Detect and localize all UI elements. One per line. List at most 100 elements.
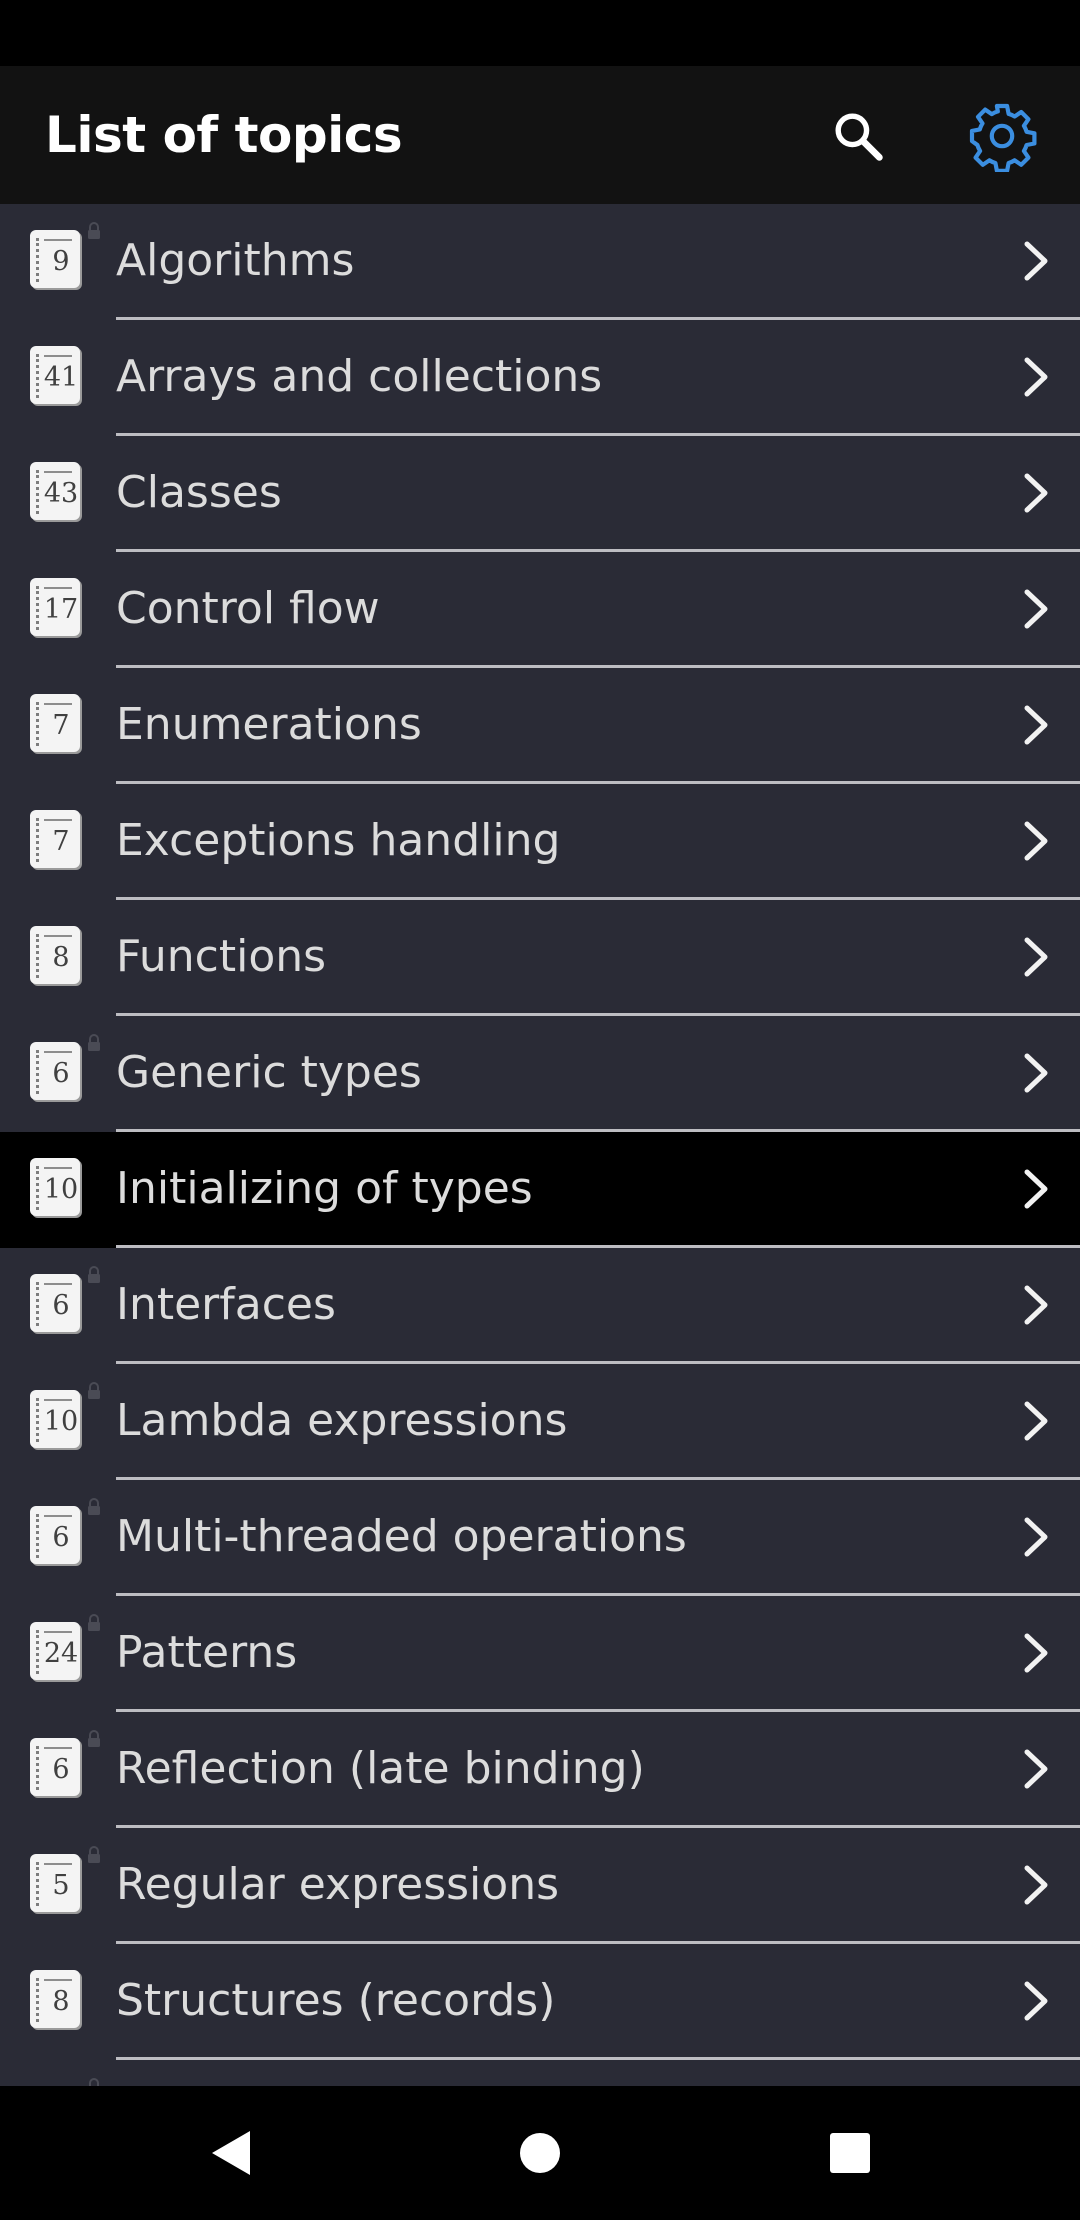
topic-count: 24 <box>43 1638 79 1669</box>
chevron-right-icon <box>1024 1053 1048 1093</box>
lock-icon <box>88 1266 100 1283</box>
document-icon: 6 <box>30 1266 100 1336</box>
chevron-right-icon <box>1024 589 1048 629</box>
lock-icon <box>89 2078 99 2086</box>
search-button[interactable] <box>818 96 898 176</box>
lock-icon <box>88 1034 100 1051</box>
document-icon: 6 <box>30 1034 100 1104</box>
chevron-right-icon <box>1024 1981 1048 2021</box>
topic-label: Initializing of types <box>116 1163 533 1214</box>
lock-icon <box>88 1846 100 1863</box>
topic-row[interactable]: 7 Exceptions handling <box>0 784 1080 900</box>
back-button[interactable] <box>190 2113 270 2193</box>
topic-label: Structures (records) <box>116 1975 556 2026</box>
document-icon: 17 <box>30 578 84 640</box>
topic-label: Arrays and collections <box>116 351 603 402</box>
document-icon: 9 <box>30 222 100 292</box>
document-icon: 5 <box>30 1846 100 1916</box>
document-icon: 41 <box>30 346 84 408</box>
chevron-right-icon <box>1024 473 1048 513</box>
topic-label: Enumerations <box>116 699 422 750</box>
topic-row[interactable]: 9 Algorithms <box>0 204 1080 320</box>
circle-home-icon <box>520 2133 560 2173</box>
topic-count: 7 <box>52 826 70 857</box>
topic-label: Control flow <box>116 583 380 634</box>
topic-count: 8 <box>52 1986 70 2017</box>
chevron-right-icon <box>1024 1169 1048 1209</box>
topic-row[interactable]: 6 Reflection (late binding) <box>0 1712 1080 1828</box>
document-icon: 6 <box>30 1730 100 1800</box>
topic-list[interactable]: 9 Algorithms 41 Arrays and collections 43 Cla… <box>0 204 1080 2086</box>
chevron-right-icon <box>1024 1865 1048 1905</box>
topic-count: 41 <box>43 362 79 393</box>
topic-row[interactable]: 5 Regular expressions <box>0 1828 1080 1944</box>
chevron-right-icon <box>1024 821 1048 861</box>
lock-icon <box>88 222 100 239</box>
chevron-right-icon <box>1024 1401 1048 1441</box>
document-icon: 6 <box>30 1498 100 1568</box>
topic-count: 17 <box>43 594 79 625</box>
chevron-right-icon <box>1024 241 1048 281</box>
topic-label: Reflection (late binding) <box>116 1743 645 1794</box>
square-recents-icon <box>830 2133 870 2173</box>
topic-count: 7 <box>52 710 70 741</box>
topic-label: Multi-threaded operations <box>116 1511 687 1562</box>
topic-row[interactable]: 24 Patterns <box>0 1596 1080 1712</box>
topic-count: 10 <box>43 1174 79 1205</box>
topic-label: Interfaces <box>116 1279 336 1330</box>
topic-label: Regular expressions <box>116 1859 560 1910</box>
home-button[interactable] <box>500 2113 580 2193</box>
topic-label: Algorithms <box>116 235 355 286</box>
topic-row[interactable]: 6 Generic types <box>0 1016 1080 1132</box>
app-bar: List of topics <box>0 66 1080 204</box>
chevron-right-icon <box>1024 1749 1048 1789</box>
chevron-right-icon <box>1024 705 1048 745</box>
document-icon: 8 <box>30 926 84 988</box>
lock-icon <box>88 1614 100 1631</box>
document-icon: 8 <box>30 1970 84 2032</box>
topic-row[interactable]: 41 Arrays and collections <box>0 320 1080 436</box>
lock-icon <box>88 1382 100 1399</box>
topic-label: Patterns <box>116 1627 298 1678</box>
topic-label: Classes <box>116 467 282 518</box>
topic-count: 6 <box>52 1522 70 1553</box>
chevron-right-icon <box>1024 1285 1048 1325</box>
topic-count: 6 <box>52 1290 70 1321</box>
chevron-right-icon <box>1024 1633 1048 1673</box>
topic-row[interactable]: 6 Multi-threaded operations <box>0 1480 1080 1596</box>
document-icon: 24 <box>30 1614 100 1684</box>
topic-count: 5 <box>52 1870 70 1901</box>
topic-row[interactable]: 7 Enumerations <box>0 668 1080 784</box>
topic-count: 6 <box>52 1058 70 1089</box>
lock-icon <box>88 1730 100 1747</box>
topic-label: Functions <box>116 931 327 982</box>
topic-row[interactable]: 17 Control flow <box>0 552 1080 668</box>
gear-icon <box>969 103 1037 172</box>
topic-row[interactable]: 8 Functions <box>0 900 1080 1016</box>
navigation-bar <box>0 2086 1080 2220</box>
topic-row[interactable]: 8 Structures (records) <box>0 1944 1080 2060</box>
document-icon: 43 <box>30 462 84 524</box>
lock-icon <box>88 1498 100 1515</box>
recents-button[interactable] <box>810 2113 890 2193</box>
document-icon: 10 <box>30 1158 84 1220</box>
settings-button[interactable] <box>962 96 1042 176</box>
topic-row[interactable]: 6 Interfaces <box>0 1248 1080 1364</box>
topic-row[interactable] <box>0 2060 1080 2086</box>
topic-row[interactable]: 43 Classes <box>0 436 1080 552</box>
topic-count: 10 <box>43 1406 79 1437</box>
document-icon: 7 <box>30 694 84 756</box>
chevron-right-icon <box>1024 1517 1048 1557</box>
topic-count: 8 <box>52 942 70 973</box>
status-bar <box>0 0 1080 66</box>
topic-label: Lambda expressions <box>116 1395 568 1446</box>
topic-count: 9 <box>52 246 70 277</box>
topic-row[interactable]: 10 Initializing of types <box>0 1132 1080 1248</box>
chevron-right-icon <box>1024 937 1048 977</box>
topic-count: 43 <box>43 478 79 509</box>
topic-count: 6 <box>52 1754 70 1785</box>
chevron-right-icon <box>1024 357 1048 397</box>
topic-row[interactable]: 10 Lambda expressions <box>0 1364 1080 1480</box>
document-icon: 10 <box>30 1382 100 1452</box>
topic-label: Exceptions handling <box>116 815 561 866</box>
